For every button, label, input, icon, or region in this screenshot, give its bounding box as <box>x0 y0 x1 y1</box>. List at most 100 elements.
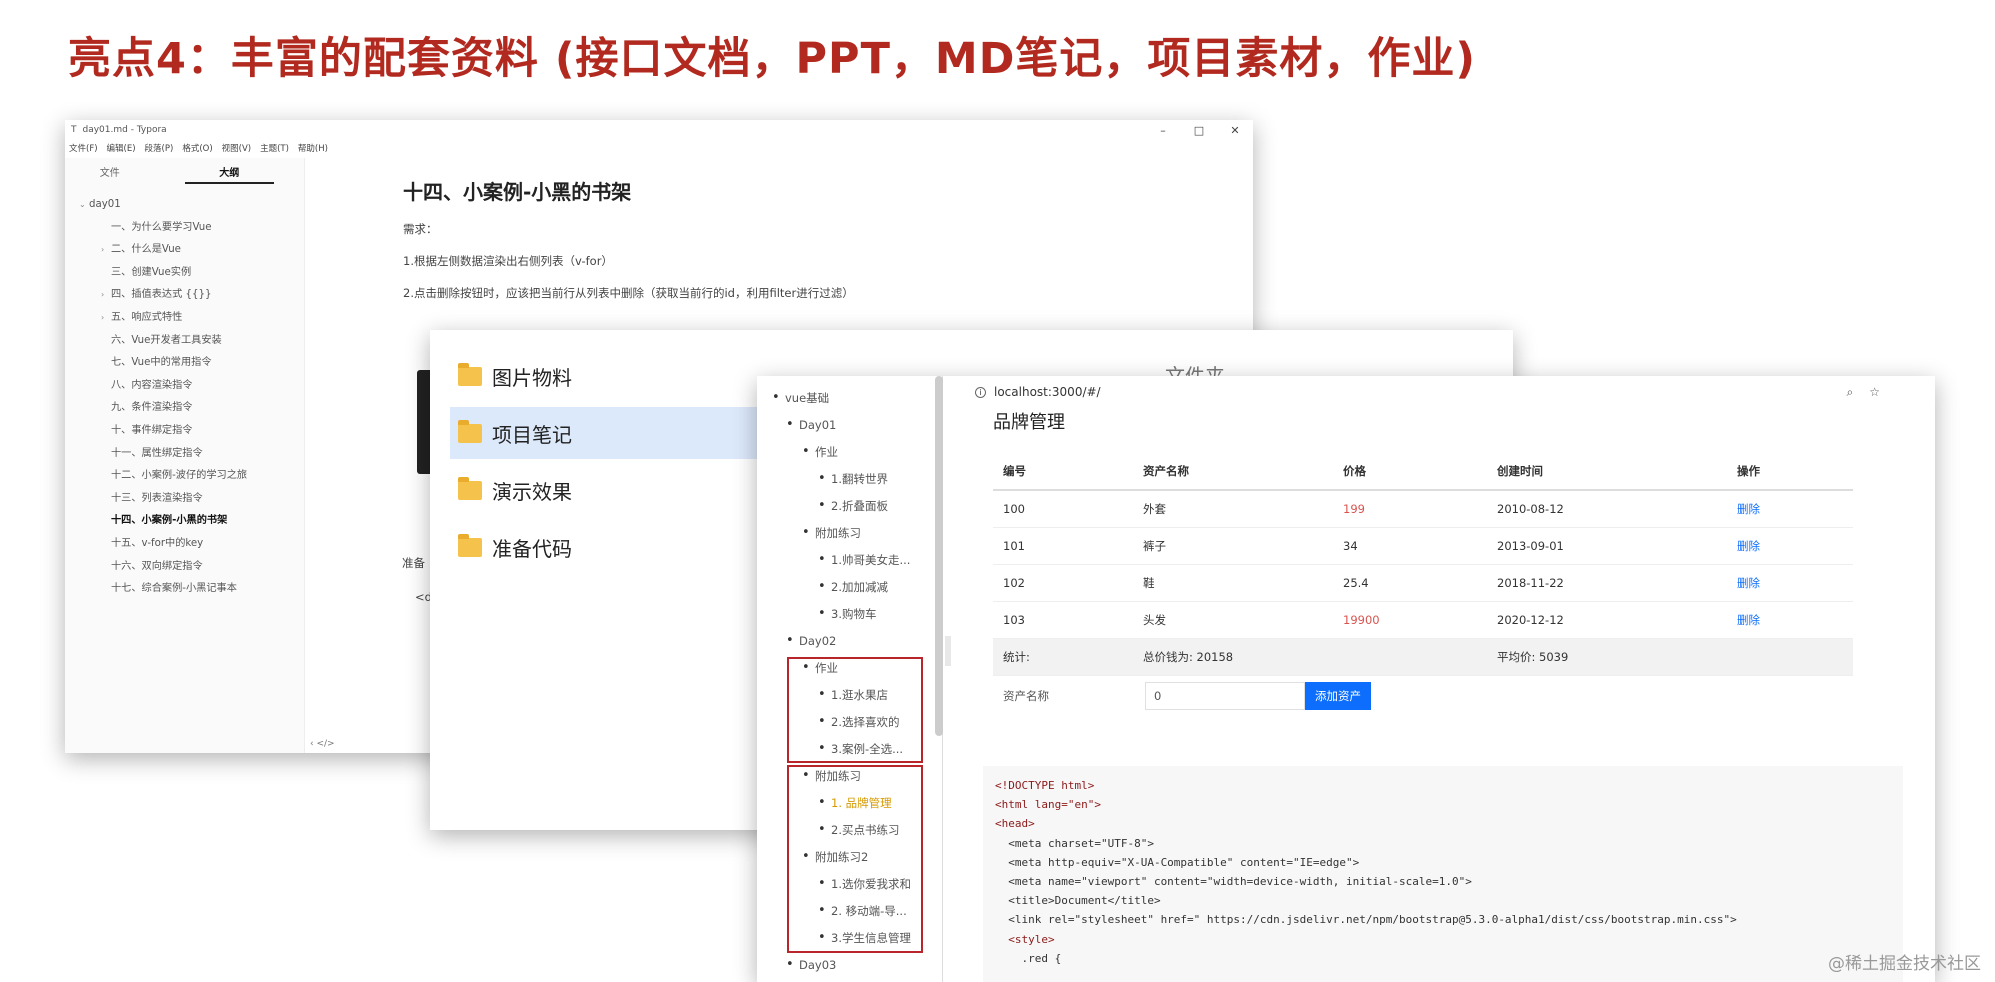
chevron-right-icon: › <box>101 245 105 255</box>
tree-item[interactable]: Day02 <box>786 632 836 650</box>
outline-item-label: 十七、综合案例-小黑记事本 <box>111 583 237 595</box>
cell-id: 102 <box>993 564 1133 602</box>
outline-item-label: 十一、属性绑定指令 <box>111 447 203 459</box>
outline-item[interactable]: 十三、列表渲染指令 <box>79 488 304 511</box>
search-icon[interactable]: ⌕ <box>1847 385 1854 400</box>
tree-item[interactable]: 3.购物车 <box>818 605 877 623</box>
code-line: <meta http-equiv="X-UA-Compatible" conte… <box>995 855 1360 869</box>
folder-item[interactable]: 图片物料 <box>450 350 770 402</box>
outline-item[interactable]: › 二、什么是Vue <box>79 239 304 262</box>
outline-item[interactable]: 七、Vue中的常用指令 <box>79 352 304 375</box>
outline-item-label: 九、条件渲染指令 <box>111 402 193 414</box>
tree-item[interactable]: vue基础 <box>772 389 829 407</box>
menu-help[interactable]: 帮助(H) <box>298 142 328 154</box>
outline-item-active[interactable]: 十四、小案例-小黑的书架 <box>79 510 304 533</box>
menu-edit[interactable]: 编辑(E) <box>107 142 136 154</box>
folder-icon <box>458 362 482 386</box>
close-button[interactable]: ✕ <box>1217 124 1253 137</box>
column-header-date: 创建时间 <box>1487 453 1727 491</box>
outline-item-label: 十、事件绑定指令 <box>111 424 193 436</box>
preview-window: vue基础 Day01 作业 1.翻转世界 2.折叠面板 附加练习 1.帅哥美女… <box>757 376 1935 982</box>
star-icon[interactable]: ☆ <box>1869 385 1880 400</box>
outline-item[interactable]: 十、事件绑定指令 <box>79 420 304 443</box>
stats-total: 总价钱为: 20158 <box>1133 638 1487 676</box>
cell-price: 19900 <box>1333 601 1487 639</box>
tree-item[interactable]: 2.折叠面板 <box>818 497 888 515</box>
outline-item[interactable]: › 五、响应式特性 <box>79 307 304 330</box>
address-tools: ⌕ ☆ <box>1847 385 1881 400</box>
menu-paragraph[interactable]: 段落(P) <box>145 142 174 154</box>
maximize-button[interactable]: □ <box>1181 124 1217 137</box>
menu-theme[interactable]: 主题(T) <box>260 142 289 154</box>
stats-average: 平均价: 5039 <box>1487 638 1853 676</box>
tree-item[interactable]: Day03 <box>786 956 836 974</box>
add-asset-button[interactable]: 添加资产 <box>1305 682 1371 710</box>
stats-row: 统计: 总价钱为: 20158 平均价: 5039 <box>993 638 1853 676</box>
folder-list: 图片物料 项目笔记 演示效果 准备代码 <box>450 350 770 578</box>
tree-item[interactable]: 作业 <box>802 443 838 461</box>
outline-item[interactable]: 六、Vue开发者工具安装 <box>79 330 304 353</box>
outline-item-label: 二、什么是Vue <box>111 244 181 256</box>
delete-link[interactable]: 删除 <box>1727 490 1853 528</box>
doc-paragraph: 2.点击删除按钮时，应该把当前行从列表中删除（获取当前行的id，利用filter… <box>403 286 854 300</box>
address-bar[interactable]: i localhost:3000/#/ ⌕ ☆ <box>953 376 1935 408</box>
folder-label: 项目笔记 <box>492 422 572 447</box>
outline-list: ⌄ day01 一、为什么要学习Vue › 二、什么是Vue 三、创建Vue实例 ›… <box>65 184 304 601</box>
outline-item[interactable]: › 四、插值表达式 {{}} <box>79 284 304 307</box>
tree-item[interactable]: 1.翻转世界 <box>818 470 888 488</box>
url-text[interactable]: localhost:3000/#/ <box>994 385 1101 399</box>
outline-item[interactable]: 十一、属性绑定指令 <box>79 443 304 466</box>
outline-item-label: 十三、列表渲染指令 <box>111 492 203 504</box>
column-header-price: 价格 <box>1333 453 1487 491</box>
cell-price: 199 <box>1333 490 1487 528</box>
asset-name-input[interactable] <box>1145 682 1305 710</box>
cell-name: 裤子 <box>1133 527 1333 565</box>
folder-item[interactable]: 演示效果 <box>450 464 770 516</box>
outline-item[interactable]: 十二、小案例-波仔的学习之旅 <box>79 465 304 488</box>
code-line: .red { <box>995 951 1062 965</box>
pane-splitter[interactable] <box>945 636 951 666</box>
tab-outline[interactable]: 大纲 <box>184 158 274 184</box>
delete-link[interactable]: 删除 <box>1727 564 1853 602</box>
outline-item[interactable]: 一、为什么要学习Vue <box>79 217 304 240</box>
menu-view[interactable]: 视图(V) <box>222 142 251 154</box>
outline-item-label: 六、Vue开发者工具安装 <box>111 334 222 346</box>
typora-window-title: day01.md - Typora <box>82 125 167 135</box>
slide-title: 亮点4：丰富的配套资料 (接口文档，PPT，MD笔记，项目素材，作业) <box>68 34 1477 84</box>
outline-item[interactable]: 九、条件渲染指令 <box>79 397 304 420</box>
info-icon[interactable]: i <box>975 386 986 398</box>
folder-item-selected[interactable]: 项目笔记 <box>450 407 770 459</box>
outline-item[interactable]: 十七、综合案例-小黑记事本 <box>79 578 304 601</box>
doc-paragraph: 需求： <box>403 222 438 236</box>
outline-item[interactable]: 八、内容渲染指令 <box>79 375 304 398</box>
delete-link[interactable]: 删除 <box>1727 601 1853 639</box>
outline-item[interactable]: 十五、v-for中的key <box>79 533 304 556</box>
doc-fragment: 准备 <box>402 556 425 570</box>
outline-item[interactable]: 十六、双向绑定指令 <box>79 556 304 579</box>
code-block: <!DOCTYPE html> <html lang="en"> <head> <m… <box>983 766 1903 982</box>
chevron-right-icon: › <box>101 290 105 300</box>
tab-files[interactable]: 文件 <box>65 158 155 184</box>
tree-item[interactable]: 2.加加减减 <box>818 578 888 596</box>
add-asset-form: 资产名称 添加资产 <box>993 682 1371 710</box>
menu-file[interactable]: 文件(F) <box>69 142 98 154</box>
cell-price: 25.4 <box>1333 564 1487 602</box>
sidebar-footer-icons[interactable]: ‹ </> <box>310 739 335 749</box>
tree-item[interactable]: 附加练习 <box>802 524 861 542</box>
highlight-box <box>787 657 923 763</box>
tree-item[interactable]: 1.帅哥美女走... <box>818 551 911 569</box>
outline-item-label: 十五、v-for中的key <box>111 537 204 549</box>
outline-root[interactable]: ⌄ day01 <box>79 194 304 217</box>
course-tree: vue基础 Day01 作业 1.翻转世界 2.折叠面板 附加练习 1.帅哥美女… <box>757 376 943 982</box>
document-body[interactable]: 十四、小案例-小黑的书架 需求： 1.根据左侧数据渲染出右侧列表（v-for） … <box>403 176 1233 317</box>
sidebar-tabs: 文件 大纲 <box>65 158 304 184</box>
minimize-button[interactable]: – <box>1145 124 1181 137</box>
tree-scrollbar[interactable] <box>935 376 943 736</box>
folder-item[interactable]: 准备代码 <box>450 521 770 573</box>
tree-item[interactable]: Day01 <box>786 416 836 434</box>
menu-format[interactable]: 格式(O) <box>182 142 212 154</box>
folder-label: 准备代码 <box>492 536 572 561</box>
brand-table: 编号 资产名称 价格 创建时间 操作 100 外套 199 2010-08-12… <box>993 453 1853 676</box>
delete-link[interactable]: 删除 <box>1727 527 1853 565</box>
outline-item[interactable]: 三、创建Vue实例 <box>79 262 304 285</box>
